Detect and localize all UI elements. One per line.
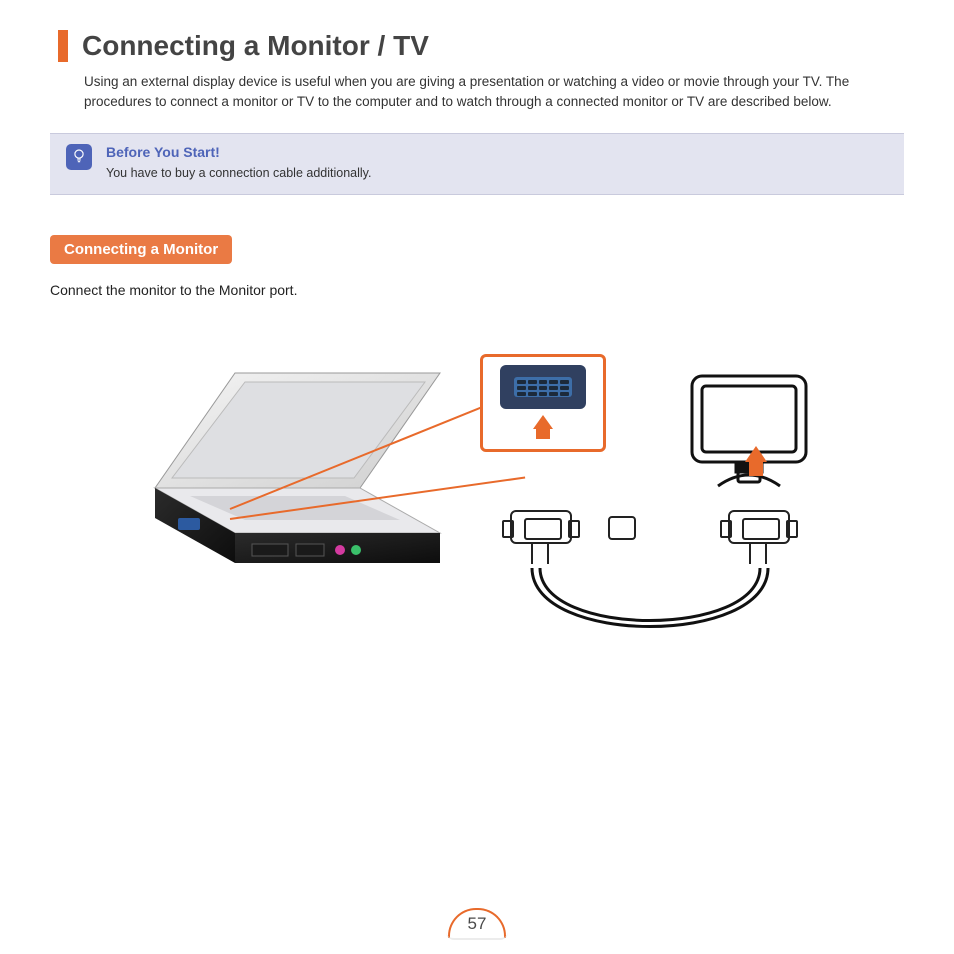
vga-port-callout [480,354,606,452]
vga-port-icon [500,365,586,409]
instruction-text: Connect the monitor to the Monitor port. [50,282,904,298]
connection-diagram [50,328,904,688]
arrow-up-icon [745,446,767,476]
arrow-up-icon [533,415,553,429]
note-heading: Before You Start! [106,144,371,160]
note-content: Before You Start! You have to buy a conn… [106,144,371,180]
intro-paragraph: Using an external display device is usef… [84,72,904,111]
note-text: You have to buy a connection cable addit… [106,166,371,180]
lightbulb-icon [66,144,92,170]
page-number: 57 [446,914,508,934]
section-heading-wrap: Connecting a Monitor [50,235,904,282]
page-number-badge: 57 [446,908,508,940]
page-title: Connecting a Monitor / TV [82,30,429,62]
manual-page: Connecting a Monitor / TV Using an exter… [0,0,954,954]
vga-cable-icon [502,498,802,648]
title-accent-bar [58,30,68,62]
section-heading: Connecting a Monitor [50,235,232,264]
before-you-start-note: Before You Start! You have to buy a conn… [50,133,904,195]
page-title-row: Connecting a Monitor / TV [58,30,904,62]
external-monitor-icon [684,368,814,503]
